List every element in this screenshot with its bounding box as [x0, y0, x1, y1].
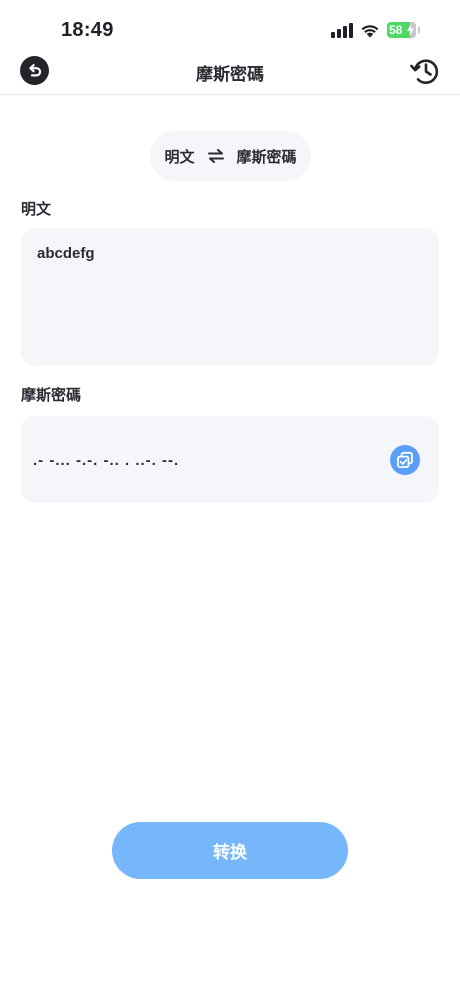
- battery-level: 58: [389, 23, 403, 37]
- swap-right-label: 摩斯密碼: [236, 148, 297, 166]
- status-time: 18:49: [61, 19, 114, 41]
- copy-icon: [397, 451, 413, 468]
- plaintext-label: 明文: [21, 201, 52, 218]
- history-button[interactable]: [408, 54, 442, 88]
- swap-left-label: 明文: [164, 148, 195, 166]
- morse-label: 摩斯密碼: [21, 387, 82, 404]
- signal-icon: [331, 22, 353, 38]
- convert-button[interactable]: 转换: [112, 822, 348, 879]
- battery-icon: 58: [387, 22, 416, 38]
- swap-direction-toggle[interactable]: 明文 摩斯密碼: [150, 131, 311, 181]
- wifi-icon: [361, 24, 379, 37]
- status-icons: 58: [331, 22, 420, 38]
- nav-bar: 摩斯密碼: [0, 48, 460, 95]
- morse-value: .- -... -.-. -.. . ..-. --.: [33, 452, 180, 469]
- history-clock-icon: [410, 59, 439, 84]
- morse-output: .- -... -.-. -.. . ..-. --.: [21, 416, 439, 503]
- plaintext-value: abcdefg: [37, 245, 95, 262]
- plaintext-input[interactable]: abcdefg: [21, 228, 439, 366]
- page-title: 摩斯密碼: [196, 65, 264, 84]
- battery-nub: [418, 27, 420, 33]
- swap-arrows-icon: [207, 149, 224, 163]
- charging-bolt-icon: [407, 24, 414, 36]
- copy-button[interactable]: [390, 445, 420, 475]
